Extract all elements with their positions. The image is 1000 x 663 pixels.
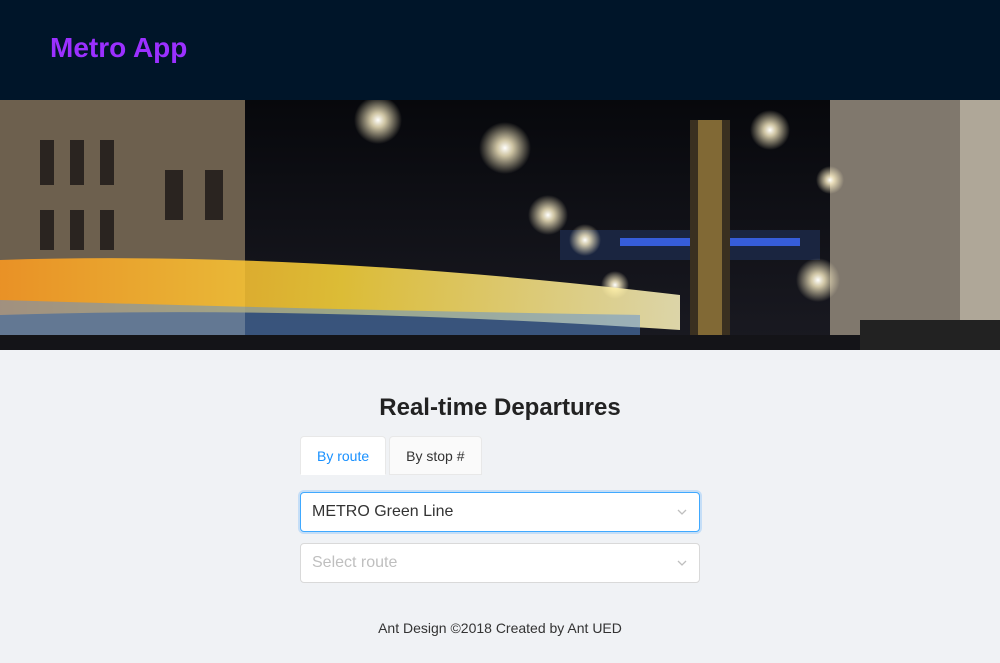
chevron-down-icon	[676, 506, 688, 518]
header: Metro App	[0, 0, 1000, 100]
page-title: Real-time Departures	[379, 394, 621, 421]
city-night-photo	[0, 100, 1000, 350]
banner-image	[0, 100, 1000, 350]
tab-by-stop[interactable]: By stop #	[389, 436, 482, 475]
direction-select[interactable]: Select route	[300, 543, 700, 583]
route-select[interactable]: METRO Green Line	[300, 492, 700, 532]
search-mode-tabs: By route By stop #	[300, 436, 482, 476]
main-content: Real-time Departures By route By stop # …	[0, 350, 1000, 663]
chevron-down-icon	[676, 557, 688, 569]
direction-select-placeholder: Select route	[312, 554, 398, 571]
route-select-value: METRO Green Line	[312, 503, 454, 520]
app-logo[interactable]: Metro App	[50, 31, 187, 65]
footer: Ant Design ©2018 Created by Ant UED	[378, 620, 622, 636]
tab-by-route[interactable]: By route	[300, 436, 387, 475]
